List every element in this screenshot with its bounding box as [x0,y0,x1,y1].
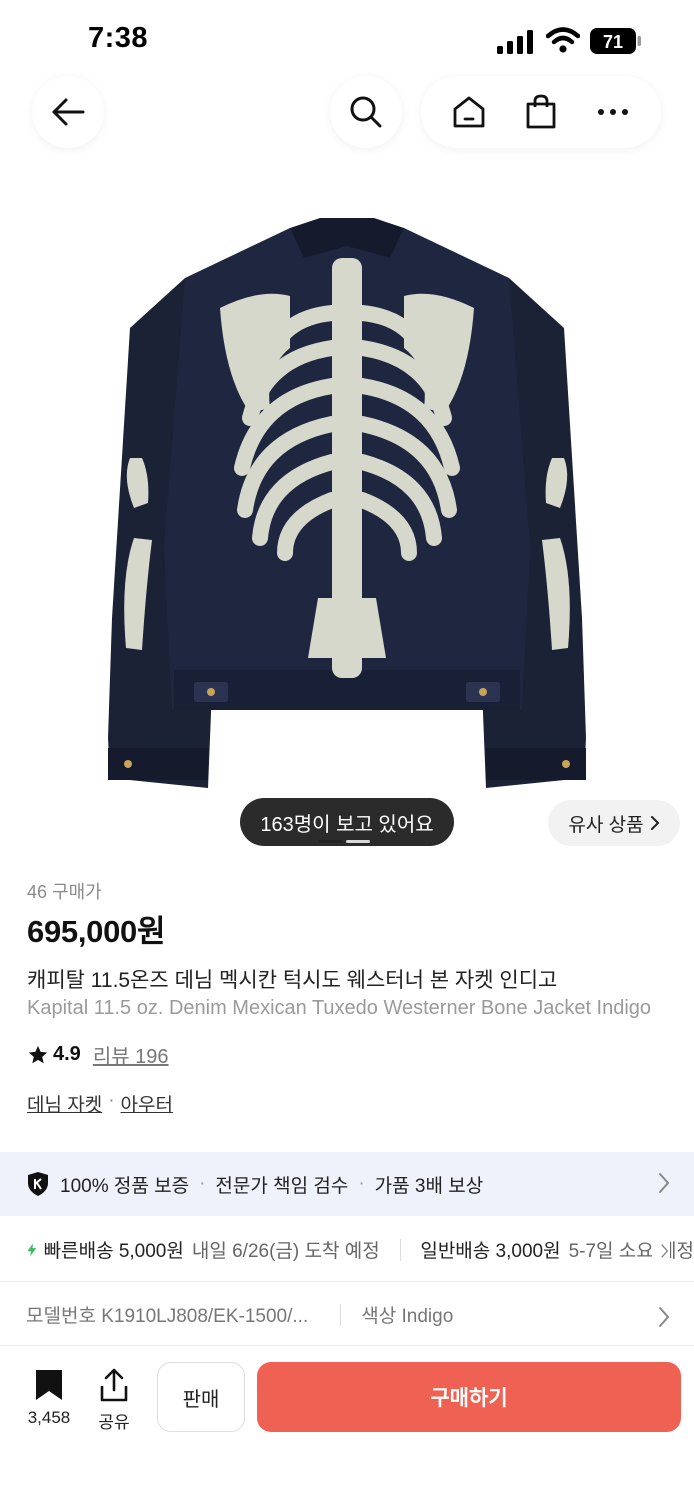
category-breadcrumb: 데님 자켓 · 아우터 [27,1090,173,1117]
model-info-row[interactable]: 모델번호 K1910LJ808/EK-1500/... 색상 Indigo [0,1284,694,1346]
similar-products-button[interactable]: 유사 상품 [548,800,680,846]
product-price: 695,000원 [27,914,166,949]
normal-shipping-label: 일반배송 3,000원 [420,1241,561,1262]
product-image[interactable] [90,218,604,808]
search-button[interactable] [330,76,402,148]
shipping-options-row[interactable]: 빠른배송 5,000원 내일 6/26(금) 도착 예정 일반배송 3,000원… [0,1218,694,1282]
normal-shipping-eta: 5-7일 소요 예정 [568,1241,694,1262]
guarantee-authentic: 100% 정품 보증 [60,1175,190,1197]
chevron-right-icon [650,816,660,830]
cellular-signal-icon [497,30,533,54]
shopping-bag-icon [526,94,556,129]
category-separator: · [108,1090,115,1111]
similar-products-label: 유사 상품 [568,814,644,836]
viewers-count-badge: 163명이 보고 있어요 [240,798,454,846]
image-pager [318,840,370,843]
share-label: 공유 [98,1413,130,1432]
search-icon [350,96,382,128]
more-horizontal-icon [598,109,628,115]
battery-level: 71 [603,32,623,52]
chevron-right-icon [659,1307,670,1327]
share-button[interactable]: 공유 [92,1368,136,1433]
lightning-bolt-icon [27,1243,37,1256]
bookmark-icon [36,1370,62,1400]
chevron-right-icon [652,1240,670,1262]
nav-action-group [421,76,661,148]
guarantee-compensation: 가품 3배 보상 [374,1175,484,1197]
product-color: 색상 Indigo [361,1306,454,1327]
guarantee-separator: · [199,1173,206,1194]
home-button[interactable] [445,88,493,136]
more-button[interactable] [589,88,637,136]
authenticity-guarantee-banner[interactable]: 100% 정품 보증 · 전문가 책임 검수 · 가품 3배 보상 [0,1152,694,1216]
fast-shipping-label: 빠른배송 5,000원 [43,1241,184,1262]
rating-row: 4.9 리뷰 196 [27,1040,169,1069]
model-number: 모델번호 K1910LJ808/EK-1500/... [26,1306,309,1327]
buy-button[interactable]: 구매하기 [257,1362,681,1432]
rating-score: 4.9 [53,1043,81,1065]
chevron-right-icon [659,1173,670,1193]
bookmark-button[interactable]: 3,458 [18,1368,80,1428]
star-icon [28,1045,48,1063]
product-name-korean: 캐피탈 11.5온즈 데님 멕시칸 턱시도 웨스터너 본 자켓 인디고 [27,969,558,992]
arrow-left-icon [52,98,85,126]
cart-button[interactable] [517,88,565,136]
fast-shipping-eta: 내일 6/26(금) 도착 예정 [191,1241,380,1262]
home-icon [453,96,485,128]
status-bar: 7:38 71 [0,0,694,80]
wifi-icon [546,27,580,53]
bottom-action-bar: 3,458 공유 판매 구매하기 [0,1348,694,1500]
product-name-english: Kapital 11.5 oz. Denim Mexican Tuxedo We… [27,997,652,1019]
bookmark-count: 3,458 [27,1408,71,1427]
guarantee-inspection: 전문가 책임 검수 [215,1175,349,1197]
share-icon [100,1368,128,1402]
purchase-count: 46 구매가 [27,882,102,902]
model-divider [340,1303,342,1326]
pager-indicator-active [318,840,342,843]
guarantee-separator: · [358,1173,365,1194]
shield-k-icon [28,1172,48,1196]
category-outer-link[interactable]: 아우터 [121,1090,173,1117]
shipping-divider [399,1238,401,1261]
category-denim-jacket-link[interactable]: 데님 자켓 [27,1090,102,1117]
status-time: 7:38 [88,22,149,54]
reviews-link[interactable]: 리뷰 196 [93,1040,169,1069]
back-button[interactable] [32,76,104,148]
sell-button[interactable]: 판매 [157,1362,245,1432]
battery-icon: 71 [590,28,641,54]
pager-indicator [346,840,370,843]
